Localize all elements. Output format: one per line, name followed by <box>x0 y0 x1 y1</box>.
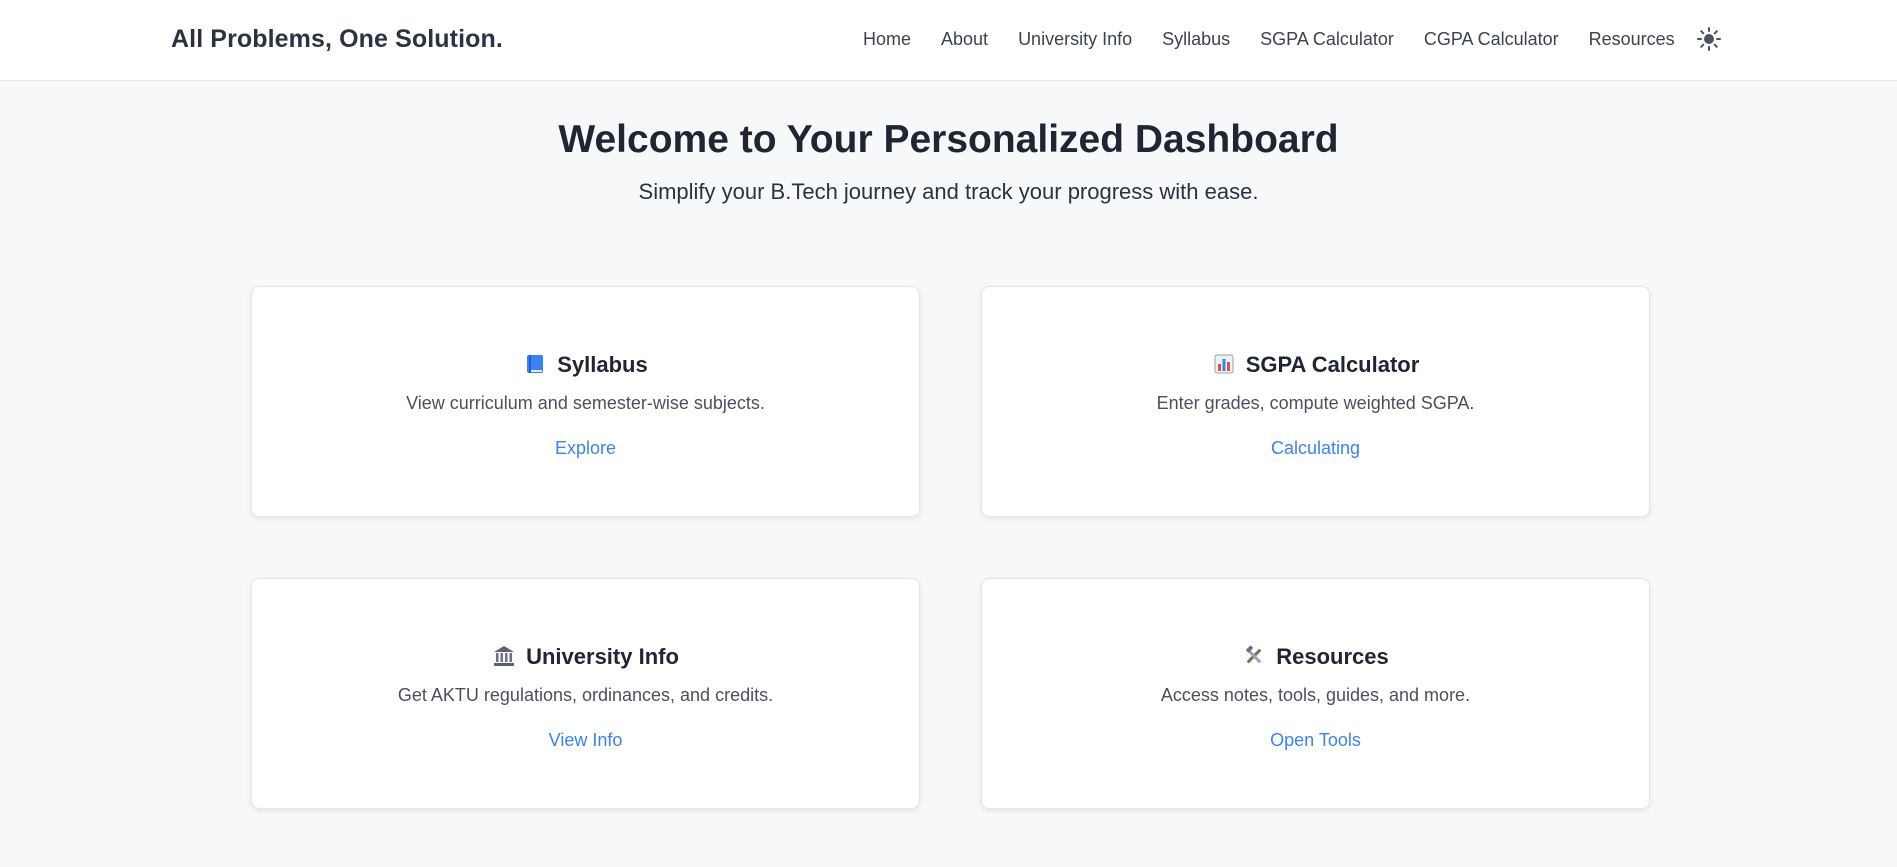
card-university-info[interactable]: University Info Get AKTU regulations, or… <box>251 578 920 809</box>
book-icon <box>523 353 547 377</box>
sun-icon[interactable] <box>1696 26 1722 52</box>
card-description: Access notes, tools, guides, and more. <box>1160 685 1471 705</box>
card-resources[interactable]: Resources Access notes, tools, guides, a… <box>981 578 1650 809</box>
nav-about[interactable]: About <box>941 29 988 50</box>
calculating-link[interactable]: Calculating <box>982 438 1649 459</box>
nav-university-info[interactable]: University Info <box>1018 29 1132 50</box>
nav-cgpa-calculator[interactable]: CGPA Calculator <box>1424 29 1559 50</box>
card-title: SGPA Calculator <box>982 352 1649 378</box>
bank-icon <box>492 645 516 669</box>
nav-resources[interactable]: Resources <box>1589 29 1675 50</box>
explore-link[interactable]: Explore <box>252 438 919 459</box>
page-title: Welcome to Your Personalized Dashboard <box>558 118 1339 161</box>
card-description: Get AKTU regulations, ordinances, and cr… <box>397 685 774 705</box>
card-syllabus[interactable]: Syllabus View curriculum and semester-wi… <box>251 286 920 517</box>
nav-home[interactable]: Home <box>863 29 911 50</box>
card-sgpa-calculator[interactable]: SGPA Calculator Enter grades, compute we… <box>981 286 1650 517</box>
nav-sgpa-calculator[interactable]: SGPA Calculator <box>1260 29 1394 50</box>
card-description: Enter grades, compute weighted SGPA. <box>1156 393 1475 413</box>
nav-links: Home About University Info Syllabus SGPA… <box>863 29 1705 50</box>
card-description: View curriculum and semester-wise subjec… <box>406 393 765 413</box>
card-title-text: Resources <box>1276 644 1389 669</box>
card-title: Resources <box>982 644 1649 670</box>
bar-chart-icon <box>1212 353 1236 377</box>
tools-icon <box>1242 645 1266 669</box>
card-title-text: SGPA Calculator <box>1245 352 1420 377</box>
card-title: University Info <box>252 644 919 670</box>
card-title-text: Syllabus <box>557 352 648 377</box>
view-info-link[interactable]: View Info <box>252 730 919 751</box>
brand-title[interactable]: All Problems, One Solution. <box>171 25 503 54</box>
card-title: Syllabus <box>252 352 919 378</box>
nav-syllabus[interactable]: Syllabus <box>1162 29 1230 50</box>
page-subtitle: Simplify your B.Tech journey and track y… <box>638 179 1259 204</box>
navbar: All Problems, One Solution. Home About U… <box>0 0 1897 81</box>
card-title-text: University Info <box>526 644 679 669</box>
open-tools-link[interactable]: Open Tools <box>982 730 1649 751</box>
